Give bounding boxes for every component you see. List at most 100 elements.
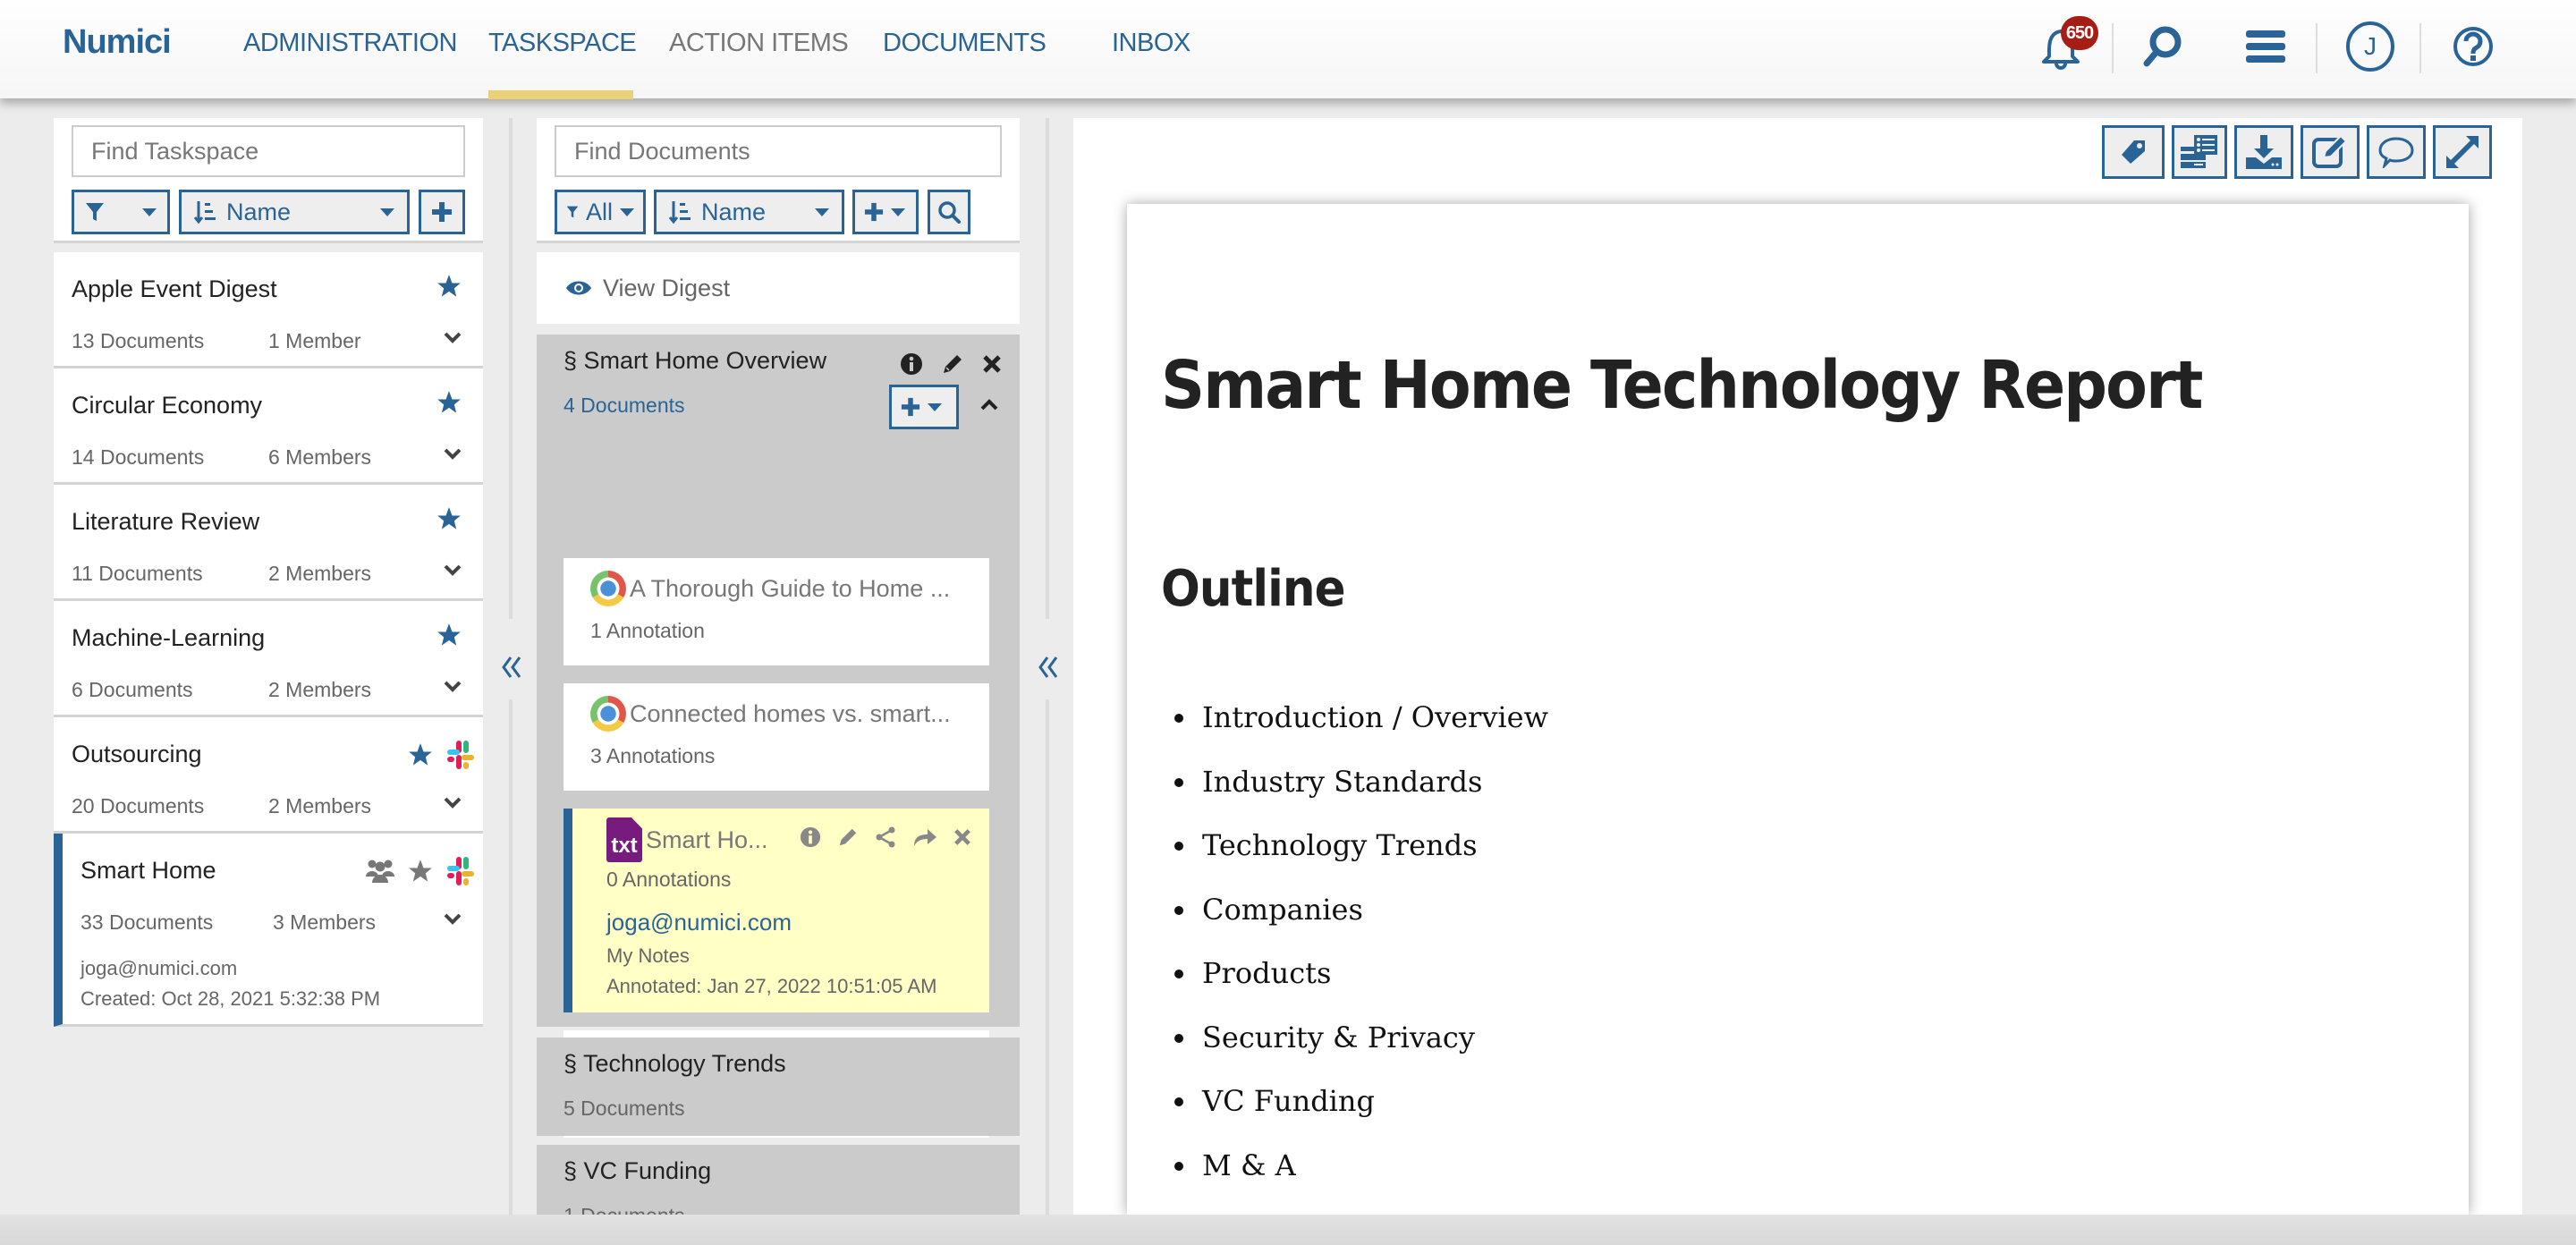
taskspace-item[interactable]: Outsourcing 20 Documents 2 Members (54, 717, 483, 834)
header-divider (2419, 23, 2421, 73)
filter-label: All (585, 198, 613, 225)
add-document-dropdown[interactable] (852, 190, 919, 234)
shared-users-icon (366, 860, 394, 883)
notifications-button[interactable]: 650 (2034, 16, 2098, 73)
chevron-up-icon[interactable] (980, 399, 998, 411)
fullscreen-button[interactable] (2433, 125, 2492, 179)
outline-button[interactable] (2172, 125, 2227, 179)
taskspace-doc-count: 6 Documents (72, 678, 193, 701)
nav-documents[interactable]: DOCUMENTS (883, 29, 1046, 58)
outline-item: Introduction / Overview (1199, 700, 1548, 765)
document-card-active[interactable]: txt Smart Ho... 0 Annotations joga@numic… (564, 809, 989, 1012)
nav-action-items[interactable]: ACTION ITEMS (669, 29, 849, 58)
close-icon[interactable] (953, 828, 971, 846)
taskspace-member-count: 2 Members (268, 678, 372, 701)
edit-document-button[interactable] (2301, 125, 2360, 179)
section-doc-count[interactable]: 4 Documents (564, 394, 685, 418)
add-taskspace-button[interactable] (419, 190, 465, 234)
sort-icon (194, 201, 216, 224)
taskspace-name: Machine-Learning (72, 624, 266, 651)
comment-button[interactable] (2367, 125, 2426, 179)
annotation-count: 1 Annotation (590, 619, 705, 642)
document-owner-email[interactable]: joga@numici.com (606, 909, 792, 936)
document-card[interactable]: Connected homes vs. smart... 3 Annotatio… (564, 683, 989, 791)
info-icon[interactable] (900, 352, 923, 376)
document-title: A Thorough Guide to Home ... (590, 571, 950, 606)
taskspace-item[interactable]: Literature Review 11 Documents 2 Members (54, 485, 483, 601)
favorite-star-icon[interactable] (408, 859, 433, 884)
notification-count-badge: 650 (2061, 16, 2098, 50)
splitter-line (1046, 699, 1049, 1215)
taskspace-created-date: Created: Oct 28, 2021 5:32:38 PM (80, 987, 381, 1010)
slack-icon[interactable] (445, 855, 474, 887)
taskspace-sort-dropdown[interactable]: Name (179, 190, 410, 234)
favorite-star-icon[interactable] (436, 506, 462, 531)
section-add-dropdown[interactable] (889, 385, 959, 429)
view-digest-label: View Digest (603, 274, 731, 301)
taskspace-owner: joga@numici.com (80, 957, 238, 979)
outline-list: Introduction / Overview Industry Standar… (1199, 700, 1548, 1212)
edit-pencil-icon[interactable] (941, 352, 964, 376)
favorite-star-icon[interactable] (436, 390, 462, 415)
numici-logo[interactable]: Numici (63, 23, 172, 62)
info-icon[interactable] (800, 826, 821, 848)
taskspace-filter-dropdown[interactable] (72, 190, 170, 234)
favorite-star-icon[interactable] (436, 622, 462, 648)
taskspace-item-selected[interactable]: Smart Home 33 Documents 3 Members joga@n… (54, 834, 483, 1027)
slack-icon[interactable] (445, 739, 474, 771)
collapse-documents-panel-handle[interactable] (1020, 118, 1073, 1215)
favorite-star-icon[interactable] (436, 274, 462, 299)
favorite-star-icon[interactable] (408, 742, 433, 767)
document-subtitle-heading: Outline (1161, 560, 1346, 618)
global-search-button[interactable] (2136, 20, 2190, 73)
taskspace-list: Apple Event Digest 13 Documents 1 Member… (54, 252, 483, 1027)
taskspace-item[interactable]: Apple Event Digest 13 Documents 1 Member (54, 252, 483, 368)
view-digest-button[interactable]: View Digest (537, 252, 1020, 324)
taskspace-name: Circular Economy (72, 392, 263, 419)
double-chevron-left-icon[interactable] (1038, 655, 1059, 680)
document-sort-dropdown[interactable]: Name (654, 190, 844, 234)
collapse-taskspace-panel-handle[interactable] (483, 118, 537, 1215)
taskspace-toolbar: Name (54, 118, 483, 243)
document-search-button[interactable] (928, 190, 970, 234)
chevron-down-icon[interactable] (444, 563, 462, 576)
plus-icon (901, 397, 920, 417)
caret-down-icon (620, 208, 634, 216)
taskspace-doc-count: 33 Documents (80, 910, 214, 934)
share-icon[interactable] (875, 826, 896, 848)
nav-inbox[interactable]: INBOX (1112, 29, 1191, 58)
caret-down-icon (928, 402, 942, 411)
user-avatar-button[interactable]: J (2343, 20, 2397, 73)
active-tab-indicator (488, 90, 633, 99)
close-icon[interactable] (982, 354, 1002, 374)
menu-button[interactable] (2239, 20, 2292, 73)
nav-administration[interactable]: ADMINISTRATION (243, 29, 457, 58)
chevron-down-icon[interactable] (444, 447, 462, 460)
double-chevron-left-icon[interactable] (501, 655, 522, 680)
chevron-down-icon[interactable] (444, 796, 462, 809)
tag-button[interactable] (2102, 125, 2165, 179)
taskspace-item[interactable]: Machine-Learning 6 Documents 2 Members (54, 601, 483, 717)
document-actions (800, 826, 971, 848)
filter-icon (566, 206, 579, 218)
chevron-down-icon[interactable] (444, 331, 462, 343)
edit-pencil-icon[interactable] (837, 826, 859, 848)
nav-taskspace[interactable]: TASKSPACE (488, 29, 637, 58)
document-title-text: A Thorough Guide to Home ... (630, 574, 951, 602)
section-technology-trends[interactable]: § Technology Trends 5 Documents (537, 1038, 1020, 1136)
document-card[interactable]: A Thorough Guide to Home ... 1 Annotatio… (564, 558, 989, 665)
help-button[interactable] (2446, 20, 2500, 73)
taskspace-doc-count: 20 Documents (72, 794, 205, 817)
find-documents-input[interactable] (555, 125, 1002, 177)
taskspace-item[interactable]: Circular Economy 14 Documents 6 Members (54, 368, 483, 485)
chevron-down-icon[interactable] (444, 680, 462, 692)
chevron-down-icon[interactable] (444, 912, 462, 925)
download-button[interactable] (2234, 125, 2293, 179)
forward-arrow-icon[interactable] (912, 826, 937, 848)
document-filter-dropdown[interactable]: All (555, 190, 646, 234)
annotation-count: 3 Annotations (590, 744, 716, 767)
section-title[interactable]: § Smart Home Overview (564, 347, 826, 375)
section-title: § VC Funding (564, 1157, 712, 1184)
find-taskspace-input[interactable] (72, 125, 465, 177)
caret-down-icon (142, 208, 157, 216)
